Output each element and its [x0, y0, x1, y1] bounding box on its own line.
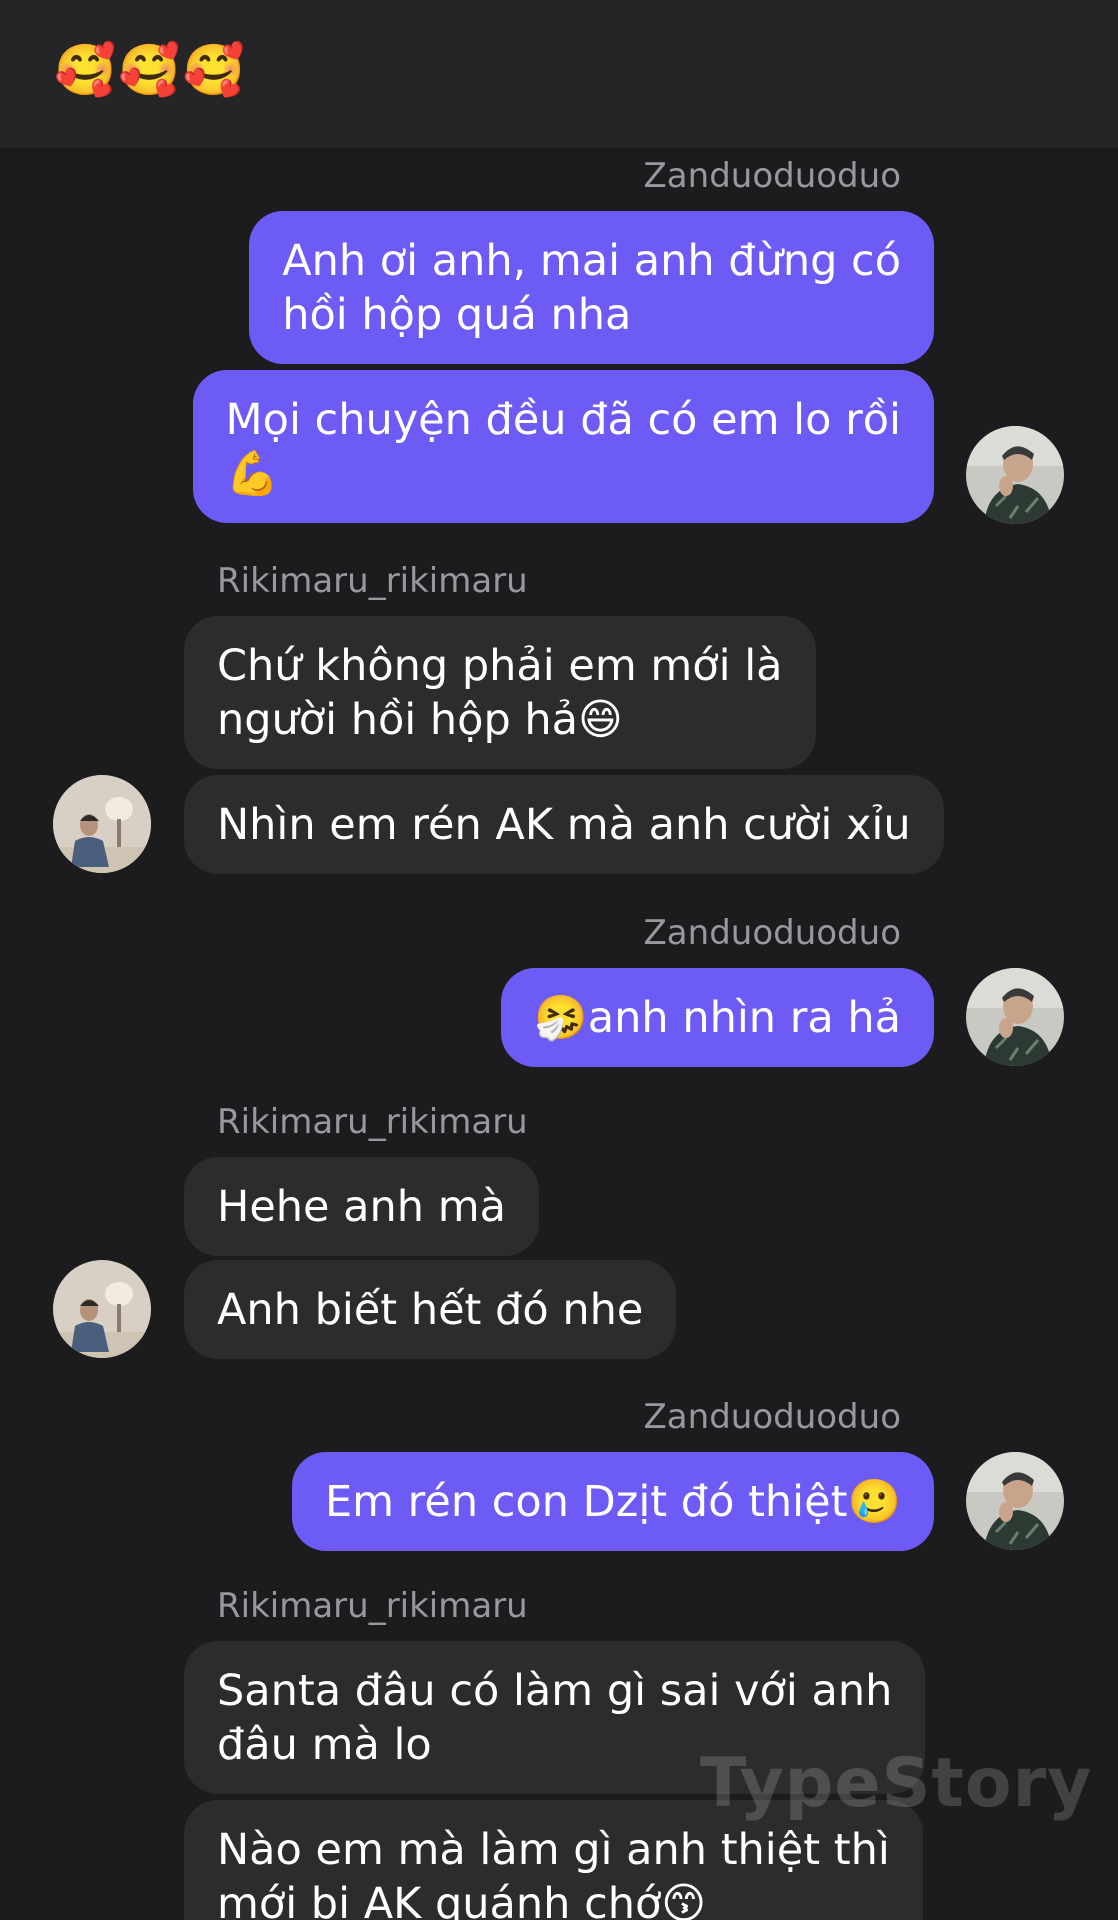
avatar[interactable] — [966, 426, 1064, 524]
sender-name: Rikimaru_rikimaru — [217, 561, 528, 601]
message-bubble[interactable]: Chứ không phải em mới là người hồi hộp h… — [184, 616, 816, 769]
message-bubble[interactable]: Anh biết hết đó nhe — [184, 1260, 677, 1359]
sender-name: Zanduoduoduo — [643, 156, 901, 196]
message-bubble[interactable]: 🤧anh nhìn ra hả — [501, 968, 934, 1067]
avatar[interactable] — [53, 1260, 151, 1358]
chat-screen: 🥰🥰🥰 Zanduoduoduo Anh ơi anh, mai anh đừn… — [0, 0, 1118, 1920]
message-bubble[interactable]: Nhìn em rén AK mà anh cười xỉu — [184, 775, 944, 874]
profile-photo-icon — [966, 1452, 1064, 1550]
profile-photo-icon — [966, 968, 1064, 1066]
watermark: TypeStory — [700, 1744, 1093, 1823]
message-bubble[interactable]: Anh ơi anh, mai anh đừng có hồi hộp quá … — [249, 211, 934, 364]
chat-header: 🥰🥰🥰 — [0, 0, 1118, 148]
message-bubble[interactable]: Hehe anh mà — [184, 1157, 539, 1256]
message-bubble[interactable]: Em rén con Dzịt đó thiệt🥲 — [291, 1452, 934, 1551]
avatar[interactable] — [966, 968, 1064, 1066]
avatar[interactable] — [966, 1452, 1064, 1550]
profile-photo-icon — [53, 775, 151, 873]
sender-name: Zanduoduoduo — [643, 1397, 901, 1437]
chat-title: 🥰🥰🥰 — [54, 41, 247, 99]
avatar[interactable] — [53, 775, 151, 873]
sender-name: Rikimaru_rikimaru — [217, 1102, 528, 1142]
sender-name: Zanduoduoduo — [643, 913, 901, 953]
profile-photo-icon — [966, 426, 1064, 524]
sender-name: Rikimaru_rikimaru — [217, 1586, 528, 1626]
profile-photo-icon — [53, 1260, 151, 1358]
message-bubble[interactable]: Mọi chuyện đều đã có em lo rồi 💪 — [192, 370, 934, 523]
